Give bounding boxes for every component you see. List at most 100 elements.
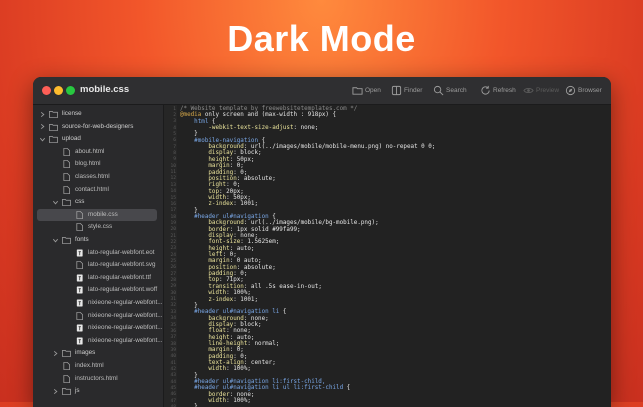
code-token: : center; xyxy=(243,360,276,366)
chevron-right-icon[interactable] xyxy=(39,111,46,118)
line-number: 29 xyxy=(170,284,176,290)
line-number: 31 xyxy=(170,297,176,303)
code-editor[interactable]: 1 /* Website template by freewebsitetempl… xyxy=(164,105,611,407)
line-number: 33 xyxy=(170,309,176,315)
chevron-down-icon[interactable] xyxy=(52,237,59,244)
tree-item-label: nixieone-regular-webfont... xyxy=(88,311,163,319)
line-number: 9 xyxy=(173,157,176,163)
tree-item[interactable]: nixieone-regular-webfont... xyxy=(33,335,163,347)
code-token: : 100%; xyxy=(226,290,251,297)
code-token: #header ul#navigation li xyxy=(180,309,280,316)
tree-item[interactable]: license xyxy=(33,108,163,120)
tree-item[interactable]: images xyxy=(33,347,163,359)
code-line: } xyxy=(180,303,198,309)
code-token: : absolute; xyxy=(236,264,276,271)
code-line: /* Website template by freewebsitetempla… xyxy=(180,106,357,112)
code-line: } xyxy=(180,373,198,379)
chevron-right-icon[interactable] xyxy=(52,350,59,357)
tree-item[interactable]: nixieone-regular-webfont... xyxy=(33,297,163,309)
file-icon xyxy=(63,173,70,181)
code-token: } xyxy=(180,207,198,214)
finder-button[interactable]: Finder xyxy=(391,84,422,97)
line-number: 43 xyxy=(170,373,176,379)
tree-item[interactable]: blog.html xyxy=(33,158,163,170)
line-number: 27 xyxy=(170,271,176,277)
code-token: { xyxy=(208,118,216,125)
code-token: background xyxy=(180,220,244,227)
chevron-down-icon[interactable] xyxy=(39,136,46,143)
line-number: 8 xyxy=(173,151,176,157)
tree-item[interactable]: index.html xyxy=(33,360,163,372)
line-number: 38 xyxy=(170,341,176,347)
tree-item[interactable]: js xyxy=(33,385,163,397)
tree-item[interactable]: lato-regular-webfont.svg xyxy=(33,259,163,271)
minimize-window-button[interactable] xyxy=(54,86,63,95)
tree-item[interactable]: style.css xyxy=(33,221,163,233)
tree-item-label: js xyxy=(75,387,80,395)
tree-item-label: blog.html xyxy=(75,160,101,168)
window-title: mobile.css xyxy=(80,84,130,95)
code-line: display: none; xyxy=(180,233,258,239)
code-token: : none; xyxy=(229,391,255,398)
code-token: height xyxy=(180,156,230,163)
code-token: border xyxy=(180,226,230,233)
code-line: #header ul#navigation { xyxy=(180,214,276,220)
tree-item-label: license xyxy=(62,110,82,117)
line-number: 45 xyxy=(170,386,176,391)
line-number: 24 xyxy=(170,252,176,258)
line-number: 4 xyxy=(173,125,176,131)
chevron-right-icon[interactable] xyxy=(52,388,59,395)
tree-item[interactable]: source-for-web-designers xyxy=(33,121,163,133)
browser-button[interactable]: Browser xyxy=(565,84,602,97)
code-token: : 0; xyxy=(233,271,248,278)
tree-item-label: source-for-web-designers xyxy=(62,122,134,130)
finder-icon xyxy=(391,85,402,96)
folder-icon xyxy=(49,136,58,144)
code-line: z-index: 1001; xyxy=(180,297,258,303)
tree-item[interactable]: fonts xyxy=(33,234,163,246)
tree-item-label: lato-regular-webfont.svg xyxy=(88,261,156,269)
tree-item[interactable]: lato-regular-webfont.woff xyxy=(33,284,163,296)
browser-button-label: Browser xyxy=(578,87,602,94)
chevron-down-icon[interactable] xyxy=(52,199,59,206)
search-icon xyxy=(433,85,444,96)
open-button[interactable]: Open xyxy=(352,84,381,97)
line-number: 16 xyxy=(170,201,176,207)
code-token: z-index xyxy=(180,296,234,303)
close-window-button[interactable] xyxy=(42,86,51,95)
code-line: #header ul#navigation li:first-child, xyxy=(180,379,325,385)
font-file-icon xyxy=(76,249,83,257)
tree-item[interactable]: upload xyxy=(33,133,163,145)
tree-item[interactable]: instructors.html xyxy=(33,373,163,385)
code-token: margin xyxy=(180,347,230,354)
code-token: : normal; xyxy=(247,340,280,347)
tree-item[interactable]: about.html xyxy=(33,146,163,158)
folder-icon xyxy=(352,87,363,95)
line-number: 26 xyxy=(170,265,176,271)
tree-item-label: nixieone-regular-webfont... xyxy=(88,299,163,306)
folder-icon xyxy=(49,110,58,118)
tree-item[interactable]: mobile.css xyxy=(37,208,157,221)
refresh-button[interactable]: Refresh xyxy=(480,84,516,97)
code-token: padding xyxy=(180,271,234,278)
tree-item-label: classes.html xyxy=(75,173,110,180)
tree-item[interactable]: classes.html xyxy=(33,171,163,183)
code-token: width xyxy=(180,366,227,373)
code-token: html xyxy=(180,118,209,125)
tree-item[interactable]: css xyxy=(33,196,163,208)
tree-item[interactable]: lato-regular-webfont.ttf xyxy=(33,272,163,284)
folder-icon xyxy=(49,123,58,131)
search-button[interactable]: Search xyxy=(433,84,467,97)
code-line: display: block; xyxy=(180,322,261,328)
code-line: #header ul#navigation li ul li:first-chi… xyxy=(180,385,350,391)
code-token: : 100%; xyxy=(226,398,251,405)
tree-item[interactable]: lato-regular-webfont.eot xyxy=(33,247,163,259)
line-number: 28 xyxy=(170,278,176,284)
zoom-window-button[interactable] xyxy=(66,86,75,95)
tree-item[interactable]: nixieone-regular-webfont... xyxy=(33,310,163,322)
chevron-right-icon[interactable] xyxy=(39,123,46,130)
file-icon xyxy=(63,160,70,169)
tree-item[interactable]: nixieone-regular-webfont... xyxy=(33,322,163,334)
preview-button[interactable]: Preview xyxy=(523,84,559,97)
tree-item[interactable]: contact.html xyxy=(33,184,163,196)
